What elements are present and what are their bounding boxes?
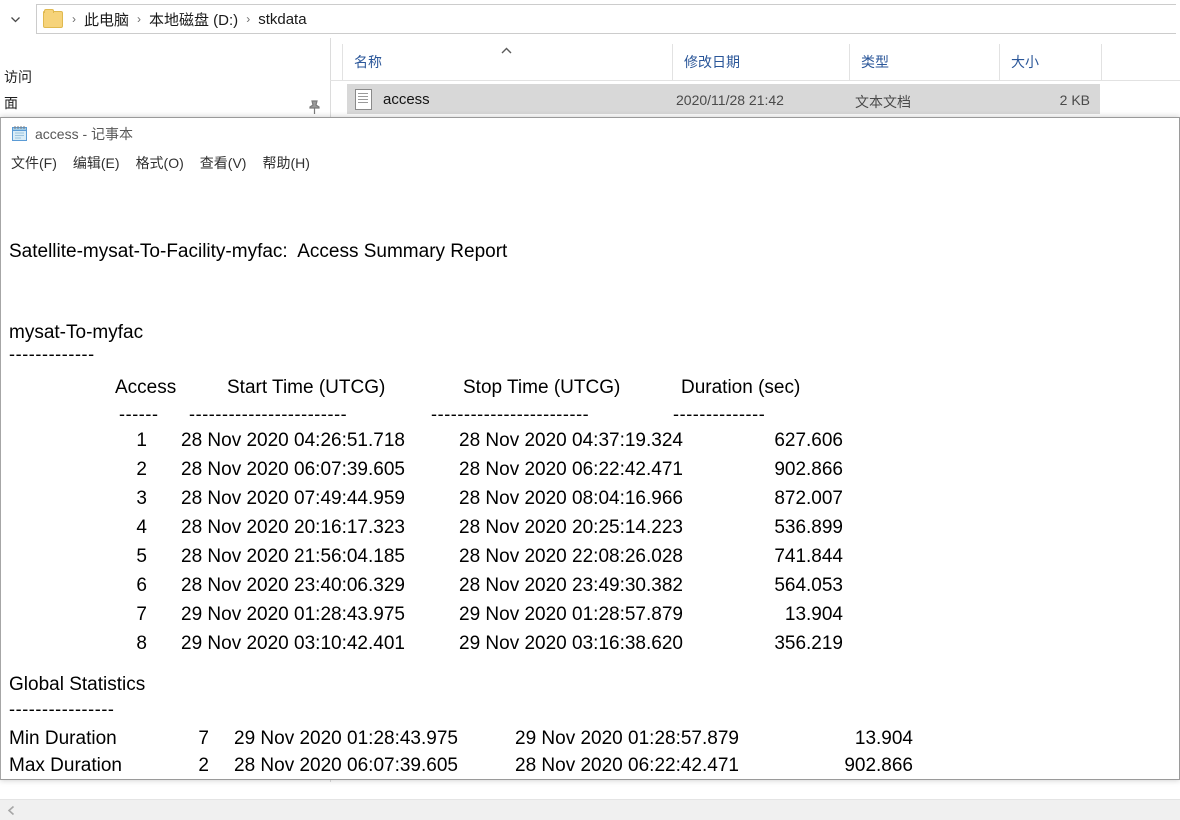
- access-duration: 902.866: [774, 459, 843, 480]
- stat-start-time: 29 Nov 2020 01:28:43.975: [234, 728, 458, 749]
- stat-stop-time: 29 Nov 2020 01:28:57.879: [515, 728, 739, 749]
- column-header-divider: [330, 80, 1180, 81]
- report-title: Satellite-mysat-To-Facility-myfac: Acces…: [9, 241, 508, 262]
- column-header-spacer: [1101, 44, 1180, 80]
- sort-ascending-icon: [500, 42, 513, 60]
- access-number: 3: [136, 488, 147, 509]
- access-number: 7: [136, 604, 147, 625]
- access-duration: 536.899: [774, 517, 843, 538]
- screen: › 此电脑 › 本地磁盘 (D:) › stkdata 访问 面 载 当 片 A…: [0, 0, 1180, 820]
- global-statistics-title: Global Statistics: [9, 674, 146, 695]
- access-duration: 627.606: [774, 430, 843, 451]
- menu-file[interactable]: 文件(F): [11, 151, 65, 175]
- notepad-title-bar[interactable]: access - 记事本: [1, 118, 1179, 149]
- access-stop-time: 28 Nov 2020 23:49:30.382: [459, 575, 683, 596]
- notepad-window: access - 记事本 文件(F) 编辑(E) 格式(O) 查看(V) 帮助(…: [0, 117, 1180, 780]
- notepad-icon: [11, 125, 28, 142]
- access-number: 5: [136, 546, 147, 567]
- access-number: 8: [136, 633, 147, 654]
- access-number: 6: [136, 575, 147, 596]
- chevron-left-icon[interactable]: [3, 802, 20, 819]
- notepad-window-title: access - 记事本: [35, 125, 134, 142]
- breadcrumb-separator: ›: [72, 12, 76, 26]
- address-bar-input[interactable]: › 此电脑 › 本地磁盘 (D:) › stkdata: [36, 4, 1176, 34]
- access-stop-time: 28 Nov 2020 06:22:42.471: [459, 459, 683, 480]
- access-start-time: 28 Nov 2020 20:16:17.323: [181, 517, 405, 538]
- access-start-time: 29 Nov 2020 01:28:43.975: [181, 604, 405, 625]
- explorer-address-bar: › 此电脑 › 本地磁盘 (D:) › stkdata: [0, 0, 1180, 38]
- nav-pane-item[interactable]: 访问: [0, 64, 330, 90]
- access-stop-time: 28 Nov 2020 04:37:19.324: [459, 430, 683, 451]
- menu-format[interactable]: 格式(O): [136, 151, 192, 175]
- table-header-duration: Duration (sec): [681, 377, 801, 398]
- access-duration: 741.844: [774, 546, 843, 567]
- file-type-cell: 文本文档: [855, 94, 911, 110]
- table-header-rule-start: ------------------------: [189, 404, 348, 424]
- file-date-modified-cell: 2020/11/28 21:42: [676, 92, 784, 108]
- table-header-stop-time: Stop Time (UTCG): [463, 377, 621, 398]
- recent-locations-chevron-down-icon[interactable]: [2, 4, 28, 34]
- file-name-cell: access: [383, 90, 430, 108]
- menu-help[interactable]: 帮助(H): [262, 151, 317, 175]
- table-header-rule-duration: --------------: [673, 404, 766, 424]
- access-start-time: 28 Nov 2020 06:07:39.605: [181, 459, 405, 480]
- column-header-type[interactable]: 类型: [849, 44, 999, 80]
- menu-edit[interactable]: 编辑(E): [73, 151, 128, 175]
- access-pair-name: mysat-To-myfac: [9, 322, 144, 343]
- access-stop-time: 28 Nov 2020 22:08:26.028: [459, 546, 683, 567]
- column-header-size[interactable]: 大小: [999, 44, 1101, 80]
- file-size-cell: 2 KB: [1059, 92, 1090, 108]
- access-start-time: 28 Nov 2020 04:26:51.718: [181, 430, 405, 451]
- global-statistics-rule: ----------------: [9, 699, 115, 719]
- access-duration: 564.053: [774, 575, 843, 596]
- folder-icon: [43, 8, 63, 28]
- access-stop-time: 29 Nov 2020 03:16:38.620: [459, 633, 683, 654]
- access-stop-time: 28 Nov 2020 20:25:14.223: [459, 517, 683, 538]
- access-number: 4: [136, 517, 147, 538]
- table-header-rule-access: ------: [119, 404, 159, 424]
- breadcrumb-item-this-pc[interactable]: 此电脑: [81, 9, 132, 30]
- breadcrumb-item-local-disk[interactable]: 本地磁盘 (D:): [146, 9, 241, 30]
- access-start-time: 28 Nov 2020 21:56:04.185: [181, 546, 405, 567]
- stat-access-number: 2: [198, 755, 209, 776]
- stat-duration: 13.904: [854, 728, 913, 749]
- access-start-time: 28 Nov 2020 23:40:06.329: [181, 575, 405, 596]
- access-duration: 872.007: [774, 488, 843, 509]
- access-start-time: 28 Nov 2020 07:49:44.959: [181, 488, 405, 509]
- access-number: 2: [136, 459, 147, 480]
- breadcrumb-separator: ›: [137, 12, 142, 26]
- stat-access-number: 7: [198, 728, 209, 749]
- access-duration: 13.904: [784, 604, 843, 625]
- stat-stop-time: 28 Nov 2020 06:22:42.471: [515, 755, 739, 776]
- access-stop-time: 29 Nov 2020 01:28:57.879: [459, 604, 683, 625]
- access-pair-rule: -------------: [9, 344, 95, 364]
- table-header-start-time: Start Time (UTCG): [227, 377, 386, 398]
- access-duration: 356.219: [774, 633, 843, 654]
- column-header-date-modified[interactable]: 修改日期: [672, 44, 849, 80]
- access-stop-time: 28 Nov 2020 08:04:16.966: [459, 488, 683, 509]
- stat-start-time: 28 Nov 2020 06:07:39.605: [234, 755, 458, 776]
- access-number: 1: [136, 430, 147, 451]
- stat-duration: 902.866: [844, 755, 913, 776]
- stat-label: Max Duration: [9, 755, 122, 776]
- stat-label: Min Duration: [9, 728, 117, 749]
- text-file-icon: [355, 88, 372, 110]
- access-start-time: 29 Nov 2020 03:10:42.401: [181, 633, 405, 654]
- breadcrumb-separator: ›: [246, 12, 251, 26]
- table-header-rule-stop: ------------------------: [431, 404, 590, 424]
- table-header-access: Access: [115, 377, 177, 398]
- breadcrumb-item-stkdata[interactable]: stkdata: [255, 11, 309, 28]
- horizontal-scrollbar[interactable]: [0, 799, 1180, 820]
- notepad-text-area[interactable]: Satellite-mysat-To-Facility-myfac: Acces…: [1, 177, 1179, 777]
- notepad-menu-bar: 文件(F) 编辑(E) 格式(O) 查看(V) 帮助(H): [1, 149, 1179, 177]
- menu-view[interactable]: 查看(V): [200, 151, 255, 175]
